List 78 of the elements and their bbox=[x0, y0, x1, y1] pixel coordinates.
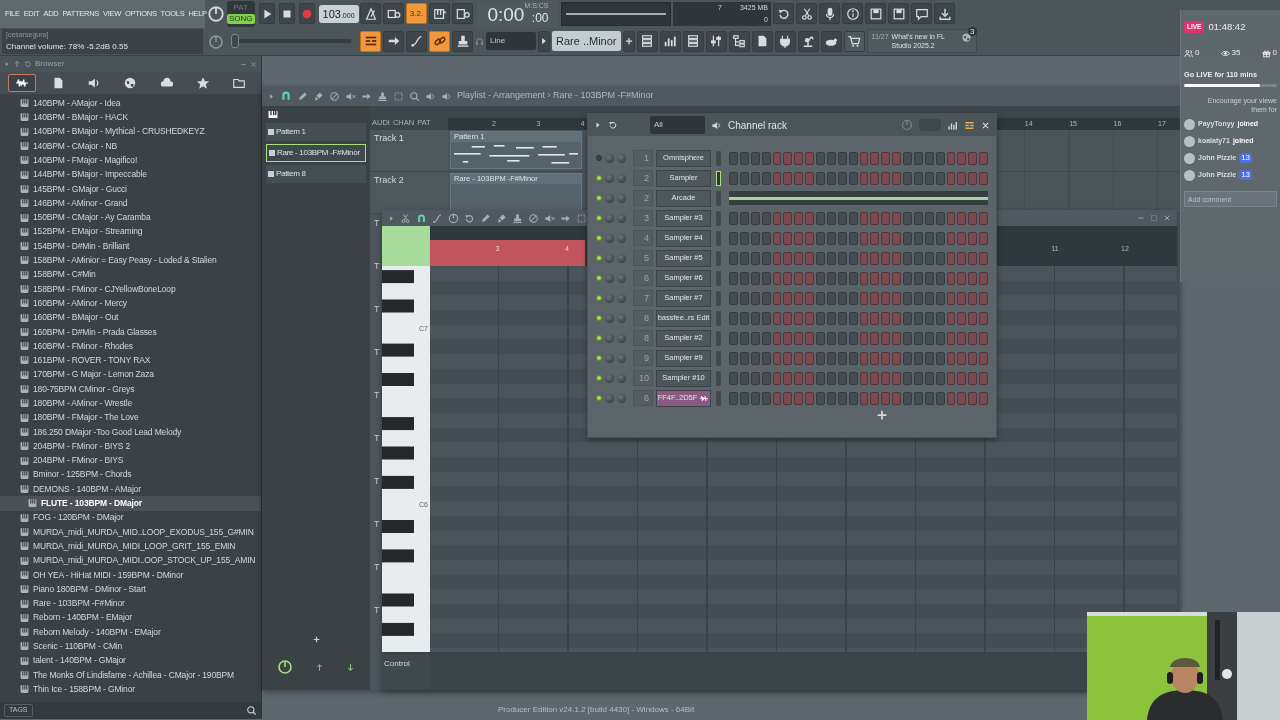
browser-entry[interactable]: 140BPM - CMajor - NB bbox=[0, 138, 261, 154]
stat-count: 0 bbox=[1195, 47, 1200, 60]
browser-entry[interactable]: 160BPM - BMajor - Out bbox=[0, 310, 261, 325]
browser-entry[interactable]: 204BPM - FMinor - BIYS bbox=[0, 453, 261, 468]
snap-value: Line bbox=[490, 35, 507, 48]
track-label: T bbox=[374, 475, 380, 488]
browser-entry[interactable]: MURDA_midi_MURDA_MIDI_LOOP_GRIT_155_EMIN bbox=[0, 539, 261, 554]
track-label: T bbox=[374, 389, 380, 402]
control-label: Control bbox=[382, 654, 430, 690]
browser-entry[interactable]: Reborn Melody - 140BPM - EMajor bbox=[0, 625, 261, 640]
browser-entry[interactable]: 160BPM - AMinor - Mercy bbox=[0, 296, 261, 311]
browser-entry[interactable]: Scenic - 110BPM - CMin bbox=[0, 639, 261, 654]
mode-switch[interactable]: PAT SONG bbox=[227, 0, 255, 27]
browser-entry[interactable]: 140BPM - AMajor - Idea bbox=[0, 96, 261, 111]
browser-entry[interactable]: The Monks Of Lindisfame - Achillea - CMajor - 190BPM bbox=[0, 667, 261, 683]
panel-title: Browser bbox=[35, 58, 66, 70]
track-label: T bbox=[374, 604, 380, 617]
mode-label: PAT bbox=[232, 3, 249, 14]
countdown-button[interactable]: 3.2. bbox=[406, 3, 427, 25]
browser-entry[interactable]: 204BPM - FMinor - BIYS 2 bbox=[0, 439, 261, 454]
browser-entry[interactable]: 158BPM - FMinor - CJYellowBoneLoop bbox=[0, 281, 261, 297]
browser-entry[interactable]: 150BPM - CMajor - Ay Caramba bbox=[0, 210, 261, 225]
track-label: T bbox=[374, 346, 380, 359]
browser-entry[interactable]: 158BPM - C#Min bbox=[0, 267, 261, 282]
time-fraction: :00 bbox=[531, 9, 549, 27]
time-value: 0:00 bbox=[487, 2, 525, 27]
pattern-item[interactable]: Pattern 1 bbox=[266, 123, 366, 141]
level-badge: 13 bbox=[1239, 153, 1253, 164]
track-label: T bbox=[374, 303, 380, 316]
track-label: T bbox=[374, 561, 380, 574]
browser-entry[interactable]: talent - 140BPM - GMajor bbox=[0, 653, 261, 668]
stat-count: 0 bbox=[1272, 47, 1277, 60]
browser-entry[interactable]: Rare - 103BPM -F#Minor bbox=[0, 596, 261, 611]
browser-entry[interactable]: DEMONS - 140BPM - AMajor bbox=[0, 482, 261, 497]
browser-entry[interactable]: 180BPM - AMinor - Wrestle bbox=[0, 396, 261, 411]
browser-entry[interactable]: Bminor - 125BPM - Chords bbox=[0, 467, 261, 482]
browser-entry[interactable]: MURDA_midi_MURDA_MID..LOOP_EXODUS_155_G#MIN bbox=[0, 524, 261, 540]
browser-entry[interactable]: 154BPM - D#Min - Brilliant bbox=[0, 238, 261, 254]
browser-entry[interactable]: 158BPM - AMinior = Easy Peasy - Loded & Stalien bbox=[0, 253, 261, 268]
window-title: Playlist - Arrangement › Rare - 103BPM -F#Minor bbox=[457, 89, 654, 103]
browser-entry[interactable]: 140BPM - FMajor - Magifico! bbox=[0, 153, 261, 168]
track-label: T bbox=[374, 432, 380, 445]
mode-label: SONG bbox=[227, 14, 255, 25]
hint-text: Channel volume: 78% -5.2dB 0.55 bbox=[6, 40, 129, 53]
browser-entry[interactable]: Reborn - 140BPM - EMajor bbox=[0, 610, 261, 625]
track-label: T bbox=[374, 518, 380, 531]
stat-count: 35 bbox=[1231, 47, 1241, 60]
browser-entry[interactable]: 160BPM - D#Min - Prada Glasses bbox=[0, 324, 261, 340]
pattern-item[interactable]: Pattern 8 bbox=[266, 165, 366, 183]
news-badge: 3 bbox=[968, 27, 977, 37]
pattern-item[interactable]: Rare - 103BPM -F#Minor bbox=[266, 144, 366, 162]
browser-entry[interactable]: Thin Ice - 158BPM - GMinor bbox=[0, 682, 261, 697]
browser-entry[interactable]: 145BPM - GMajor - Gucci bbox=[0, 181, 261, 197]
browser-entry[interactable]: 170BPM - G Major - Lemon Zaza bbox=[0, 367, 261, 382]
version-text: Producer Edition v24.1.2 [build 4430] - Windows - 64Bit bbox=[498, 704, 695, 716]
browser-entry[interactable]: 140BPM - BMajor - HACK bbox=[0, 110, 261, 125]
stream-clock: 01:48:42 bbox=[1208, 20, 1246, 34]
browser-entry[interactable]: 152BPM - EMajor - Streaming bbox=[0, 224, 261, 239]
browser-entry[interactable]: MURDA_midi_MURDA_MIDI..OOP_STOCK_UP_155_AMIN bbox=[0, 553, 261, 568]
browser-entry[interactable]: 146BPM - AMinor - Grand bbox=[0, 196, 261, 211]
track-label: T bbox=[374, 260, 380, 273]
browser-entry[interactable]: 144BPM - BMajor - Impeccable bbox=[0, 167, 261, 182]
level-badge: 13 bbox=[1239, 170, 1253, 181]
window-title: Channel rack bbox=[728, 118, 788, 133]
browser-entry[interactable]: 186.250 DMajor -Too Good Lead Melody bbox=[0, 424, 261, 440]
browser-entry[interactable]: 161BPM - ROVER - TONY RAX bbox=[0, 353, 261, 368]
pattern-selector[interactable]: Rare ..Minor bbox=[552, 31, 621, 52]
browser-entry[interactable]: 160BPM - FMinor - Rhodes bbox=[0, 339, 261, 354]
browser-entry[interactable]: Piano 180BPM - DMinor - Start bbox=[0, 582, 261, 597]
browser-entry[interactable]: 140BPM - BMajor - Mythical - CRUSHEDKEYZ bbox=[0, 124, 261, 139]
track-label: T bbox=[374, 217, 380, 230]
browser-entry[interactable]: OH YEA - HiHat MIDI - 159BPM - DMinor bbox=[0, 567, 261, 583]
filter-dropdown[interactable]: All bbox=[650, 116, 705, 134]
browser-entry[interactable]: 180-75BPM CMinor - Greys bbox=[0, 381, 261, 397]
browser-entry[interactable]: FLUTE - 103BPM - DMajor bbox=[0, 496, 261, 511]
snap-dropdown[interactable]: Line bbox=[486, 32, 536, 51]
browser-entry[interactable]: 180BPM - FMajor - The Love bbox=[0, 410, 261, 425]
browser-entry[interactable]: FOG - 120BPM - DMajor bbox=[0, 510, 261, 525]
